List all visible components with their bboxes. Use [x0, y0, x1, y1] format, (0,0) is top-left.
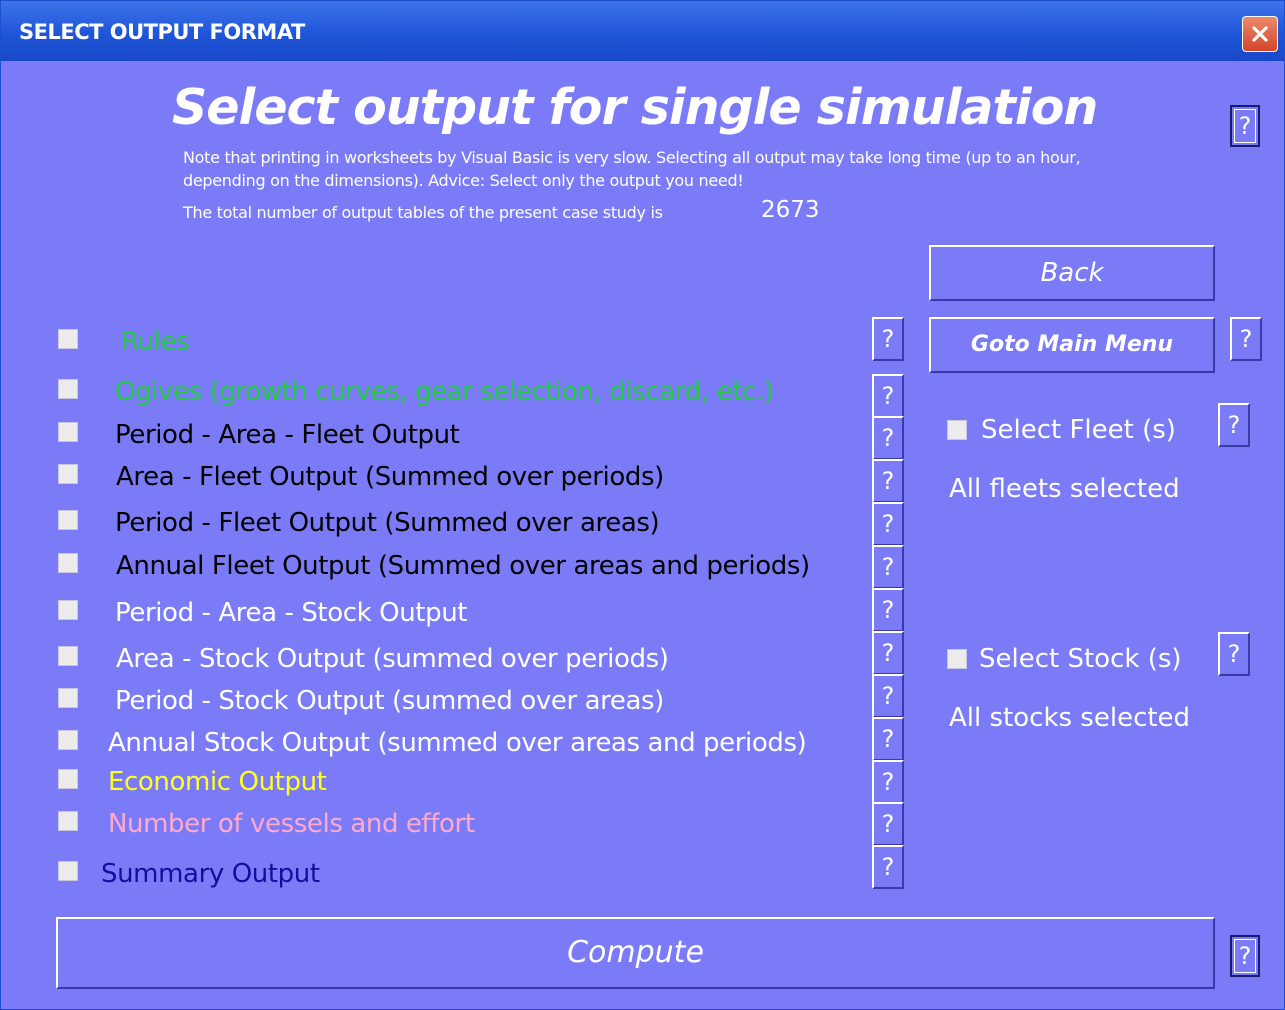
option-help-button[interactable]: ?	[872, 845, 904, 889]
help-icon: ?	[881, 553, 895, 581]
option-help-button[interactable]: ?	[872, 459, 904, 503]
option-help-button[interactable]: ?	[872, 717, 904, 761]
total-tables-value: 2673	[761, 197, 820, 223]
help-icon: ?	[881, 325, 895, 353]
option-label: Period - Fleet Output (Summed over areas…	[115, 508, 660, 538]
help-icon: ?	[881, 853, 895, 881]
close-button[interactable]	[1242, 16, 1278, 52]
option-checkbox[interactable]	[58, 688, 78, 708]
help-icon: ?	[881, 725, 895, 753]
option-help-button[interactable]: ?	[872, 502, 904, 546]
select-stock-checkbox[interactable]	[947, 649, 967, 669]
option-checkbox[interactable]	[58, 329, 78, 349]
option-help-button[interactable]: ?	[872, 317, 904, 361]
option-label: Period - Area - Stock Output	[115, 598, 468, 628]
compute-button[interactable]: Compute	[56, 917, 1215, 989]
option-checkbox[interactable]	[58, 730, 78, 750]
help-icon: ?	[881, 467, 895, 495]
help-icon: ?	[881, 510, 895, 538]
select-stock-label: Select Stock (s)	[979, 644, 1182, 674]
option-label: Number of vessels and effort	[108, 809, 475, 839]
help-icon: ?	[881, 682, 895, 710]
option-help-button[interactable]: ?	[872, 545, 904, 589]
option-label: Rules	[121, 327, 190, 357]
select-fleet-label: Select Fleet (s)	[981, 415, 1176, 445]
help-icon: ?	[881, 810, 895, 838]
option-help-button[interactable]: ?	[872, 760, 904, 804]
option-label: Period - Area - Fleet Output	[115, 420, 460, 450]
option-help-button[interactable]: ?	[872, 374, 904, 418]
help-icon: ?	[881, 424, 895, 452]
help-icon: ?	[1227, 640, 1241, 668]
option-checkbox[interactable]	[58, 422, 78, 442]
goto-main-menu-button[interactable]: Goto Main Menu	[929, 317, 1215, 373]
option-label: Economic Output	[108, 767, 327, 797]
help-icon: ?	[881, 596, 895, 624]
page-heading: Select output for single simulation	[172, 79, 1098, 136]
option-help-button[interactable]: ?	[872, 631, 904, 675]
dialog-body: Select output for single simulation ? No…	[9, 61, 1284, 1009]
total-tables-label: The total number of output tables of the…	[183, 203, 663, 222]
option-checkbox[interactable]	[58, 464, 78, 484]
option-checkbox[interactable]	[58, 553, 78, 573]
option-checkbox[interactable]	[58, 769, 78, 789]
option-checkbox[interactable]	[58, 861, 78, 881]
help-icon: ?	[1227, 411, 1241, 439]
option-label: Area - Fleet Output (Summed over periods…	[116, 462, 664, 492]
option-label: Annual Stock Output (summed over areas a…	[108, 728, 807, 758]
title-bar[interactable]: SELECT OUTPUT FORMAT	[1, 1, 1284, 61]
option-help-button[interactable]: ?	[872, 802, 904, 846]
option-label: Summary Output	[101, 859, 320, 889]
stock-selection-status: All stocks selected	[949, 703, 1191, 733]
option-help-button[interactable]: ?	[872, 588, 904, 632]
back-button[interactable]: Back	[929, 245, 1215, 301]
performance-note: Note that printing in worksheets by Visu…	[183, 148, 1081, 190]
help-icon: ?	[881, 768, 895, 796]
option-help-button[interactable]: ?	[872, 674, 904, 718]
help-icon: ?	[881, 382, 895, 410]
help-icon: ?	[1238, 942, 1252, 970]
option-checkbox[interactable]	[58, 600, 78, 620]
help-icon: ?	[881, 639, 895, 667]
help-button-main-menu[interactable]: ?	[1230, 317, 1262, 361]
fleet-selection-status: All fleets selected	[949, 474, 1180, 504]
close-icon	[1252, 26, 1268, 42]
help-button-select-stock[interactable]: ?	[1218, 632, 1250, 676]
help-button-compute[interactable]: ?	[1230, 935, 1260, 977]
select-fleet-checkbox[interactable]	[947, 420, 967, 440]
option-checkbox[interactable]	[58, 379, 78, 399]
window-title: SELECT OUTPUT FORMAT	[19, 20, 305, 44]
help-icon: ?	[1238, 112, 1252, 140]
help-button-heading[interactable]: ?	[1230, 105, 1260, 147]
help-button-select-fleet[interactable]: ?	[1218, 403, 1250, 447]
option-checkbox[interactable]	[58, 646, 78, 666]
option-checkbox[interactable]	[58, 510, 78, 530]
select-output-format-dialog: SELECT OUTPUT FORMAT Select output for s…	[0, 0, 1285, 1010]
option-checkbox[interactable]	[58, 811, 78, 831]
option-label: Annual Fleet Output (Summed over areas a…	[116, 551, 810, 581]
help-icon: ?	[1239, 325, 1253, 353]
option-help-button[interactable]: ?	[872, 416, 904, 460]
option-label: Ogives (growth curves, gear selection, d…	[115, 377, 774, 407]
option-label: Area - Stock Output (summed over periods…	[116, 644, 669, 674]
option-label: Period - Stock Output (summed over areas…	[115, 686, 664, 716]
